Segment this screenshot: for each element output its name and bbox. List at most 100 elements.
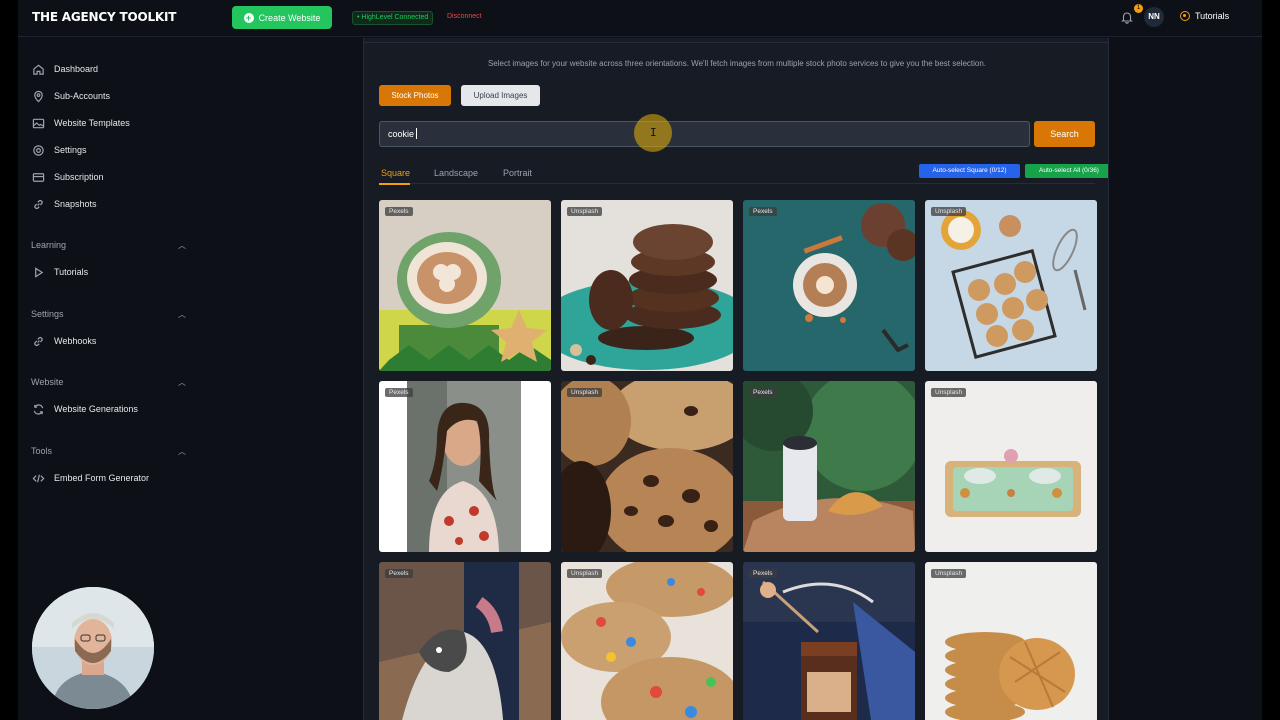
cookies-on-rack-photo [925, 200, 1097, 371]
chevron-up-icon[interactable]: ︿ [178, 309, 186, 320]
sidebar-item-snapshots[interactable]: Snapshots [32, 195, 97, 213]
stock-photos-button[interactable]: Stock Photos [379, 85, 451, 106]
image-search-input[interactable] [379, 121, 1030, 147]
source-badge: Pexels [385, 207, 413, 216]
sidebar-item-sub-accounts[interactable]: Sub-Accounts [32, 87, 110, 105]
sidebar-item-dashboard[interactable]: Dashboard [32, 60, 98, 78]
divider [364, 42, 1108, 43]
source-badge: Unsplash [567, 388, 603, 397]
auto-select-all-button[interactable]: Auto-select All (0/36) [1025, 164, 1108, 178]
app-frame: THE AGENCY TOOLKIT + Create Website • Hi… [18, 0, 1262, 720]
top-bar: THE AGENCY TOOLKIT + Create Website • Hi… [18, 0, 1262, 37]
sidebar-item-label: Settings [54, 145, 87, 155]
cookie-closeup-photo [561, 381, 733, 552]
sidebar-item-label: Website Generations [54, 404, 138, 414]
husky-dog-photo [379, 562, 551, 720]
section-tools-heading[interactable]: Tools [31, 446, 52, 456]
create-website-button[interactable]: + Create Website [232, 6, 332, 29]
disconnect-link[interactable]: Disconnect [447, 13, 482, 20]
card-icon [32, 172, 45, 182]
image-tile[interactable]: Unsplash [561, 381, 733, 552]
section-learning-heading[interactable]: Learning [31, 240, 66, 250]
tutorials-icon [1180, 11, 1190, 21]
image-tile[interactable]: Unsplash [925, 381, 1097, 552]
image-tile[interactable]: Pexels [743, 562, 915, 720]
sidebar-item-embed-form-generator[interactable]: Embed Form Generator [32, 469, 149, 487]
source-badge: Pexels [749, 207, 777, 216]
webcam-overlay [32, 587, 154, 709]
chevron-up-icon[interactable]: ︿ [178, 240, 186, 251]
source-badge: Unsplash [567, 207, 603, 216]
refresh-icon [33, 403, 44, 415]
section-settings-heading[interactable]: Settings [31, 309, 64, 319]
upload-images-button[interactable]: Upload Images [461, 85, 540, 106]
source-badge: Unsplash [931, 569, 967, 578]
sidebar-item-label: Dashboard [54, 64, 99, 74]
tea-tray-photo [925, 381, 1097, 552]
chocolate-cookies-photo [561, 200, 733, 371]
bell-icon[interactable] [1120, 10, 1134, 24]
source-badge: Pexels [385, 569, 413, 578]
home-icon [33, 64, 44, 75]
candy-cookies-photo [561, 562, 733, 720]
panel-description: Select images for your website across th… [487, 59, 987, 68]
sidebar-item-label: Embed Form Generator [54, 473, 150, 483]
image-tile[interactable]: Pexels [379, 562, 551, 720]
link-icon [34, 336, 43, 346]
sidebar-item-label: Webhooks [54, 336, 97, 346]
presenter-image [32, 587, 154, 709]
image-tile[interactable]: Unsplash [925, 562, 1097, 720]
sidebar-item-subscription[interactable]: Subscription [32, 168, 104, 186]
connection-status-badge: • HighLevel Connected [352, 11, 434, 25]
source-badge: Pexels [749, 569, 777, 578]
source-badge: Pexels [385, 388, 413, 397]
tutorials-label: Tutorials [1195, 11, 1230, 21]
create-website-label: Create Website [258, 12, 321, 23]
sidebar-item-settings[interactable]: Settings [32, 141, 87, 159]
coffee-flatlay-photo [743, 200, 915, 371]
chevron-up-icon[interactable]: ︿ [178, 377, 186, 388]
chocolate-jar-photo [743, 562, 915, 720]
tab-square[interactable]: Square [381, 168, 410, 178]
sidebar-item-label: Snapshots [54, 199, 97, 209]
sidebar-item-website-generations[interactable]: Website Generations [32, 400, 138, 418]
active-tab-indicator [379, 183, 410, 185]
sidebar-item-webhooks[interactable]: Webhooks [32, 332, 96, 350]
tab-landscape[interactable]: Landscape [434, 168, 478, 178]
tutorials-link[interactable]: Tutorials [1180, 11, 1229, 21]
text-caret [416, 128, 417, 139]
sidebar-item-website-templates[interactable]: Website Templates [32, 114, 130, 132]
sidebar-item-tutorials[interactable]: Tutorials [32, 263, 88, 281]
image-tile[interactable]: Unsplash [561, 562, 733, 720]
source-badge: Pexels [749, 388, 777, 397]
latte-art-photo [379, 200, 551, 371]
tab-portrait[interactable]: Portrait [503, 168, 532, 178]
woman-portrait-photo [379, 381, 551, 552]
code-icon [32, 474, 45, 482]
stacked-biscuits-photo [925, 562, 1097, 720]
image-tile[interactable]: Unsplash [561, 200, 733, 371]
source-badge: Unsplash [567, 569, 603, 578]
sidebar-item-label: Tutorials [54, 267, 89, 277]
user-avatar[interactable]: NN [1144, 7, 1164, 27]
link-icon [34, 199, 43, 209]
gear-icon [33, 144, 44, 156]
source-badge: Unsplash [931, 207, 967, 216]
brand-logo[interactable]: THE AGENCY TOOLKIT [32, 10, 176, 24]
chevron-up-icon[interactable]: ︿ [178, 446, 186, 457]
sidebar-item-label: Website Templates [54, 118, 130, 128]
source-badge: Unsplash [931, 388, 967, 397]
map-pin-icon [34, 90, 43, 102]
image-tile[interactable]: Pexels [379, 381, 551, 552]
image-tile[interactable]: Pexels [379, 200, 551, 371]
text-cursor-icon: I [650, 126, 657, 139]
search-button[interactable]: Search [1034, 121, 1095, 147]
section-website-heading[interactable]: Website [31, 377, 63, 387]
image-tile[interactable]: Pexels [743, 381, 915, 552]
play-icon [35, 266, 44, 278]
image-tile[interactable]: Pexels [743, 200, 915, 371]
milkshake-croissant-photo [743, 381, 915, 552]
image-tile[interactable]: Unsplash [925, 200, 1097, 371]
plus-icon: + [243, 12, 254, 23]
auto-select-square-button[interactable]: Auto-select Square (0/12) [919, 164, 1020, 178]
